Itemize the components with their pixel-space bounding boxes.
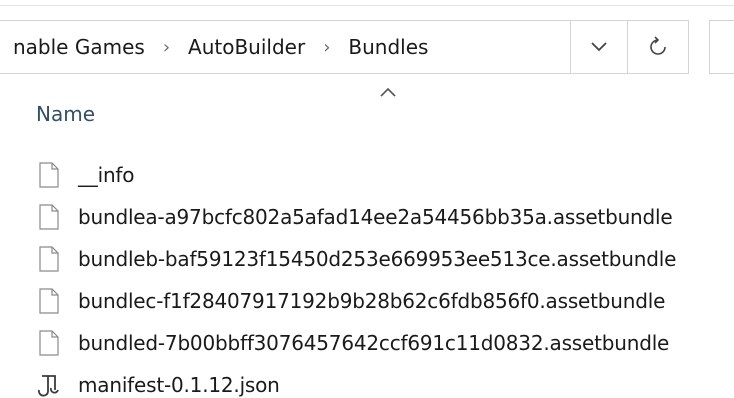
sort-ascending-icon xyxy=(380,87,396,97)
document-icon xyxy=(38,162,60,188)
breadcrumb-item-autobuilder[interactable]: AutoBuilder xyxy=(184,35,309,59)
search-input[interactable] xyxy=(709,20,734,74)
breadcrumb: nable Games › AutoBuilder › Bundles xyxy=(0,35,432,59)
json-file-icon xyxy=(38,372,60,398)
document-icon xyxy=(38,330,60,356)
list-item[interactable]: manifest-0.1.12.json xyxy=(38,364,676,398)
refresh-button[interactable] xyxy=(627,20,689,74)
list-item[interactable]: bundleb-baf59123f15450d253e669953ee513ce… xyxy=(38,238,676,280)
file-explorer-window: nable Games › AutoBuilder › Bundles Name xyxy=(0,0,734,398)
list-item[interactable]: __info xyxy=(38,154,676,196)
file-name: bundleb-baf59123f15450d253e669953ee513ce… xyxy=(78,247,677,271)
address-bar[interactable]: nable Games › AutoBuilder › Bundles xyxy=(0,20,571,74)
document-icon xyxy=(38,288,60,314)
chevron-down-icon xyxy=(591,42,607,52)
list-item[interactable]: bundlea-a97bcfc802a5afad14ee2a54456bb35a… xyxy=(38,196,676,238)
file-name: manifest-0.1.12.json xyxy=(78,373,280,397)
breadcrumb-item-bundles[interactable]: Bundles xyxy=(344,35,432,59)
breadcrumb-chevron-icon[interactable]: › xyxy=(149,37,184,58)
document-icon xyxy=(38,204,60,230)
column-header-name[interactable]: Name xyxy=(36,102,95,126)
breadcrumb-item-games[interactable]: nable Games xyxy=(9,35,149,59)
file-list: __info bundlea-a97bcfc802a5afad14ee2a544… xyxy=(38,154,676,398)
document-icon xyxy=(38,246,60,272)
list-item[interactable]: bundlec-f1f28407917192b9b28b62c6fdb856f0… xyxy=(38,280,676,322)
file-name: __info xyxy=(78,163,135,187)
file-name: bundlea-a97bcfc802a5afad14ee2a54456bb35a… xyxy=(78,205,673,229)
file-name: bundlec-f1f28407917192b9b28b62c6fdb856f0… xyxy=(78,289,666,313)
top-divider xyxy=(0,0,734,6)
file-name: bundled-7b00bbff3076457642ccf691c11d0832… xyxy=(78,331,670,355)
breadcrumb-chevron-icon[interactable]: › xyxy=(309,37,344,58)
address-history-button[interactable] xyxy=(571,20,627,74)
list-item[interactable]: bundled-7b00bbff3076457642ccf691c11d0832… xyxy=(38,322,676,364)
refresh-icon xyxy=(650,36,666,55)
